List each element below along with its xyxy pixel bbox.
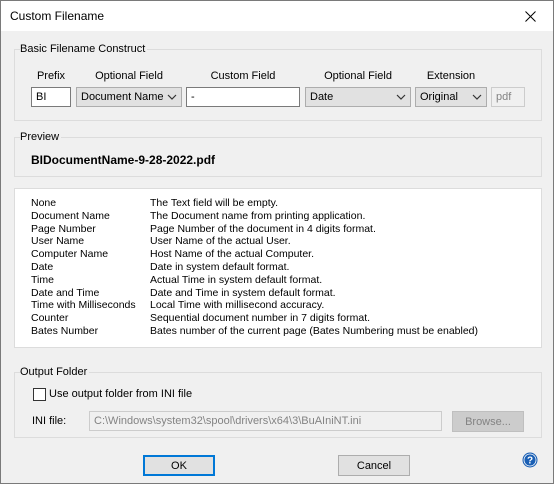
basic-filename-group-label: Basic Filename Construct — [20, 43, 148, 55]
optional-field-2-select[interactable]: Date — [305, 87, 411, 107]
extension-select[interactable]: Original — [415, 87, 487, 107]
basic-filename-group — [14, 49, 542, 121]
optional-field-2-label: Optional Field — [324, 70, 392, 82]
legend-term: User Name — [31, 235, 85, 248]
legend-description: Local Time with millisecond accuracy. — [150, 299, 325, 312]
extension-label: Extension — [426, 70, 476, 82]
extension-value: Original — [420, 91, 458, 103]
preview-filename: BIDocumentName-9-28-2022.pdf — [31, 153, 216, 167]
legend-description: Page Number of the document in 4 digits … — [150, 222, 376, 235]
close-icon — [524, 10, 536, 22]
legend-description: Host Name of the actual Computer. — [150, 248, 314, 261]
title-bar: Custom Filename — [1, 1, 553, 31]
ini-file-path-input: C:\Windows\system32\spool\drivers\x64\3\… — [89, 411, 442, 431]
optional-field-1-select[interactable]: Document Name — [76, 87, 182, 107]
legend-term: Date — [31, 261, 54, 273]
optional-field-1-value: Document Name — [81, 91, 164, 103]
browse-button: Browse... — [452, 411, 524, 432]
legend-term: Date and Time — [31, 286, 100, 299]
output-folder-group-label: Output Folder — [20, 366, 90, 378]
legend-term: Time with Milliseconds — [31, 299, 136, 312]
extension-text-input: pdf — [491, 87, 525, 107]
field-legend-box: None The Text field will be empty. Documen… — [14, 188, 542, 348]
custom-field-label: Custom Field — [210, 70, 276, 82]
legend-description: The Text field will be empty. — [150, 197, 278, 209]
legend-description: Date and Time in system default format. — [150, 286, 336, 299]
prefix-label: Prefix — [36, 70, 66, 82]
use-ini-folder-checkbox[interactable] — [33, 388, 46, 401]
optional-field-2-value: Date — [310, 91, 334, 103]
ini-file-label: INI file: — [32, 415, 67, 427]
legend-description: Sequential document number in 7 digits f… — [150, 312, 371, 325]
prefix-input[interactable]: BI — [31, 87, 71, 107]
window-title: Custom Filename — [10, 9, 105, 23]
use-ini-folder-label[interactable]: Use output folder from INI file — [49, 388, 192, 400]
legend-description: The Document name from printing applicat… — [150, 209, 366, 222]
legend-term: Counter — [31, 312, 69, 325]
legend-term: None — [31, 197, 57, 209]
svg-text:?: ? — [527, 456, 533, 467]
optional-field-1-label: Optional Field — [95, 70, 163, 82]
ok-button[interactable]: OK — [143, 455, 215, 476]
chevron-down-icon — [396, 94, 406, 100]
legend-description: Date in system default format. — [150, 261, 290, 273]
custom-filename-dialog: Custom Filename Basic Filename Construct… — [0, 0, 554, 484]
help-icon[interactable]: ? — [522, 452, 538, 468]
legend-term: Time — [31, 273, 54, 286]
legend-description: Bates number of the current page (Bates … — [150, 325, 479, 337]
legend-term: Computer Name — [31, 248, 109, 261]
legend-description: User Name of the actual User. — [150, 235, 291, 248]
preview-group-label: Preview — [20, 131, 62, 143]
legend-term: Document Name — [31, 209, 110, 222]
legend-description: Actual Time in system default format. — [150, 273, 323, 286]
close-button[interactable] — [507, 1, 553, 31]
chevron-down-icon — [472, 94, 482, 100]
custom-field-input[interactable]: - — [186, 87, 300, 107]
legend-term: Bates Number — [31, 325, 99, 337]
cancel-button[interactable]: Cancel — [338, 455, 410, 476]
legend-term: Page Number — [31, 222, 96, 235]
chevron-down-icon — [167, 94, 177, 100]
